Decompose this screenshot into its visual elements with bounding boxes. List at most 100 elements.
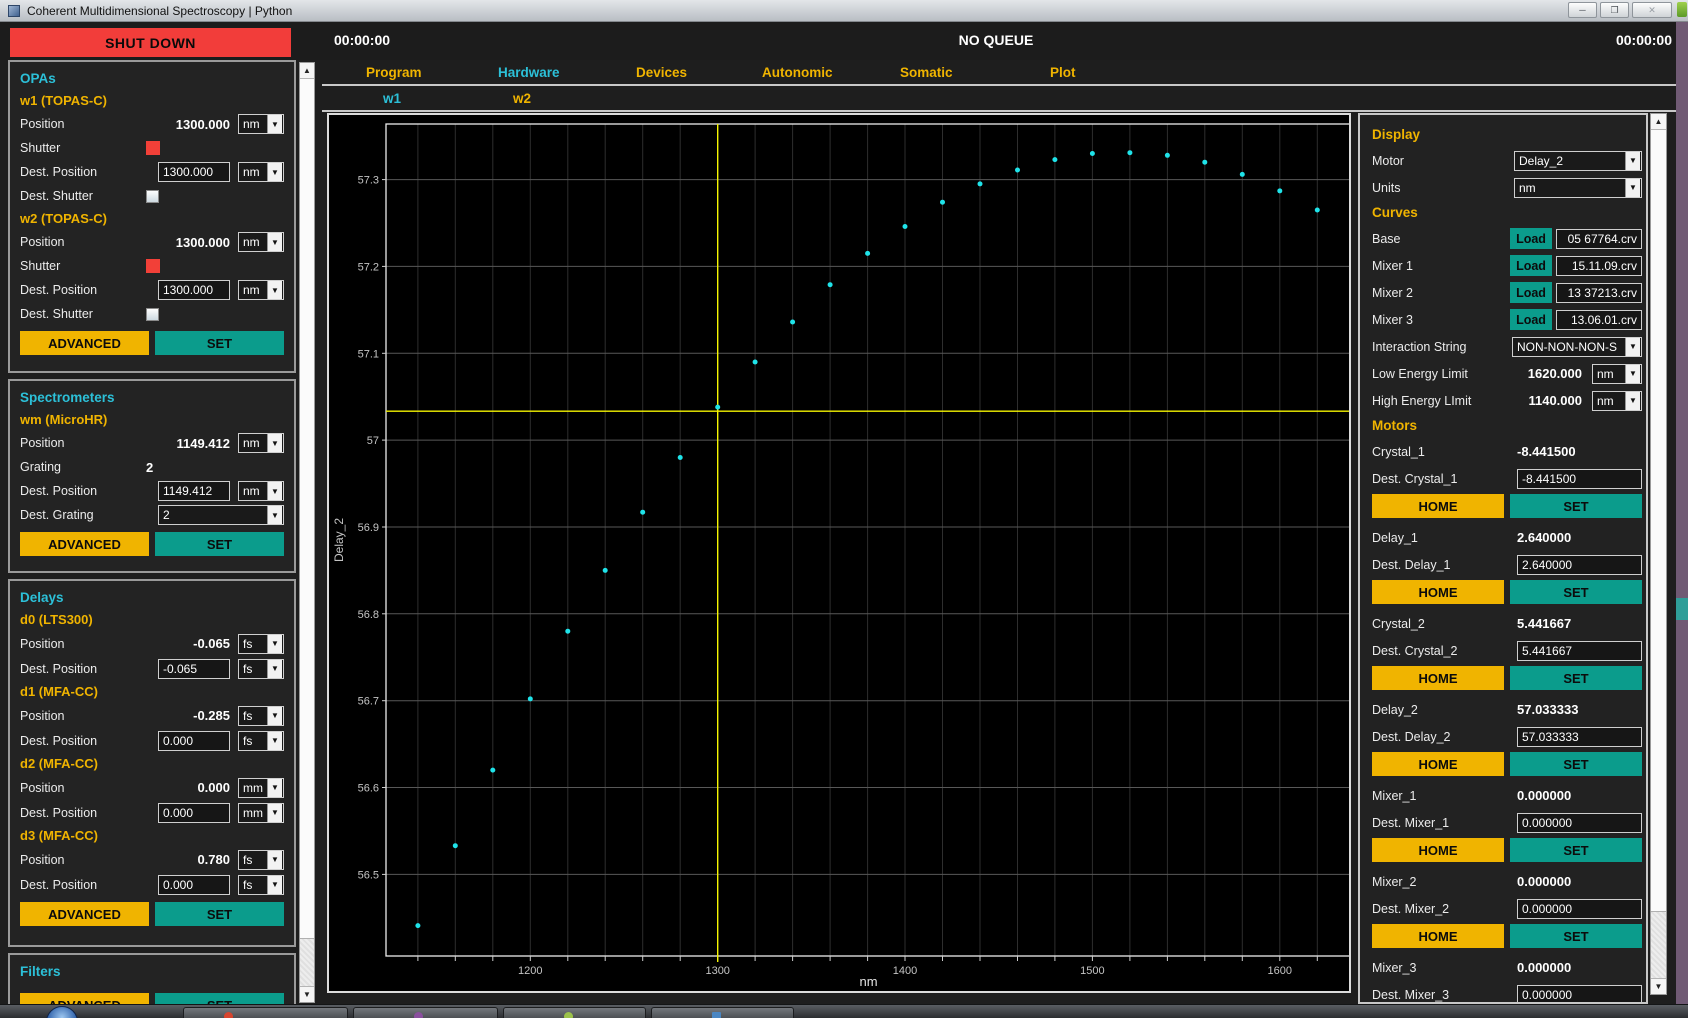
spectrometers-set-button[interactable]: SET: [155, 532, 284, 556]
taskbar-button[interactable]: [183, 1007, 348, 1018]
mixer1-set-button[interactable]: SET: [1510, 838, 1642, 862]
plot-canvas[interactable]: 1200130014001500160056.556.656.756.856.9…: [329, 115, 1349, 991]
dropdown-arrow-icon[interactable]: ▼: [267, 506, 282, 524]
tab-devices[interactable]: Devices: [636, 65, 687, 80]
delay2-set-button[interactable]: SET: [1510, 752, 1642, 776]
scrollbar-thumb[interactable]: [300, 79, 314, 939]
dropdown-arrow-icon[interactable]: ▼: [1625, 392, 1640, 410]
w2-dest-position-input[interactable]: 1300.000: [158, 280, 230, 300]
crystal2-set-button[interactable]: SET: [1510, 666, 1642, 690]
filters-set-button[interactable]: SET: [155, 993, 284, 1004]
d3-dest-position-input[interactable]: 0.000: [158, 875, 230, 895]
mixer2-dest-input[interactable]: 0.000000: [1517, 899, 1642, 919]
delay2-dest-input[interactable]: 57.033333: [1517, 727, 1642, 747]
crystal1-dest-input[interactable]: -8.441500: [1517, 469, 1642, 489]
d0-unit-dropdown[interactable]: fs▼: [238, 634, 284, 654]
mixer1-curve-file[interactable]: 15.11.09.crv: [1556, 256, 1642, 276]
mixer2-curve-file[interactable]: 13 37213.crv: [1556, 283, 1642, 303]
dropdown-arrow-icon[interactable]: ▼: [267, 163, 282, 181]
taskbar-button[interactable]: [651, 1007, 794, 1018]
load-base-button[interactable]: Load: [1510, 228, 1552, 249]
crystal2-home-button[interactable]: HOME: [1372, 666, 1504, 690]
crystal1-home-button[interactable]: HOME: [1372, 494, 1504, 518]
d2-dest-unit-dropdown[interactable]: mm▼: [238, 803, 284, 823]
dropdown-arrow-icon[interactable]: ▼: [267, 115, 282, 133]
dropdown-arrow-icon[interactable]: ▼: [267, 804, 282, 822]
w1-dest-shutter-checkbox[interactable]: [146, 190, 159, 203]
mixer1-dest-input[interactable]: 0.000000: [1517, 813, 1642, 833]
mixer2-set-button[interactable]: SET: [1510, 924, 1642, 948]
dropdown-arrow-icon[interactable]: ▼: [1625, 152, 1640, 170]
w1-shutter-indicator[interactable]: [146, 141, 160, 155]
taskbar-button[interactable]: [503, 1007, 646, 1018]
shutdown-button[interactable]: SHUT DOWN: [10, 28, 291, 57]
opas-advanced-button[interactable]: ADVANCED: [20, 331, 149, 355]
dropdown-arrow-icon[interactable]: ▼: [267, 233, 282, 251]
mixer3-dest-input[interactable]: 0.000000: [1517, 985, 1642, 1005]
filters-advanced-button[interactable]: ADVANCED: [20, 993, 149, 1004]
opas-set-button[interactable]: SET: [155, 331, 284, 355]
delays-advanced-button[interactable]: ADVANCED: [20, 902, 149, 926]
w1-dest-unit-dropdown[interactable]: nm▼: [238, 162, 284, 182]
w1-dest-position-input[interactable]: 1300.000: [158, 162, 230, 182]
wm-dest-unit-dropdown[interactable]: nm▼: [238, 481, 284, 501]
scrollbar-thumb[interactable]: [1651, 130, 1666, 912]
wm-dest-grating-dropdown[interactable]: 2▼: [158, 505, 284, 525]
subtab-w1[interactable]: w1: [383, 91, 401, 106]
motor-dropdown[interactable]: Delay_2▼: [1514, 151, 1642, 171]
right-panel-scrollbar[interactable]: ▲ ▼: [1650, 113, 1667, 995]
taskbar-button[interactable]: [353, 1007, 498, 1018]
d3-unit-dropdown[interactable]: fs▼: [238, 850, 284, 870]
left-panel-scrollbar[interactable]: ▲ ▼: [299, 62, 315, 1003]
scrollbar-track[interactable]: [300, 939, 314, 986]
spectrometers-advanced-button[interactable]: ADVANCED: [20, 532, 149, 556]
d0-dest-position-input[interactable]: -0.065: [158, 659, 230, 679]
tab-hardware[interactable]: Hardware: [498, 65, 560, 80]
start-button[interactable]: [46, 1006, 78, 1018]
wm-dest-position-input[interactable]: 1149.412: [158, 481, 230, 501]
mixer1-home-button[interactable]: HOME: [1372, 838, 1504, 862]
dropdown-arrow-icon[interactable]: ▼: [267, 707, 282, 725]
delay1-dest-input[interactable]: 2.640000: [1517, 555, 1642, 575]
high-energy-unit-dropdown[interactable]: nm▼: [1592, 391, 1642, 411]
d2-dest-position-input[interactable]: 0.000: [158, 803, 230, 823]
units-dropdown[interactable]: nm▼: [1514, 178, 1642, 198]
dropdown-arrow-icon[interactable]: ▼: [267, 281, 282, 299]
w1-position-unit-dropdown[interactable]: nm▼: [238, 114, 284, 134]
scroll-up-icon[interactable]: ▲: [300, 63, 314, 79]
dropdown-arrow-icon[interactable]: ▼: [267, 434, 282, 452]
w2-position-unit-dropdown[interactable]: nm▼: [238, 232, 284, 252]
close-button[interactable]: ✕: [1632, 2, 1672, 18]
scroll-up-icon[interactable]: ▲: [1651, 114, 1666, 130]
w2-shutter-indicator[interactable]: [146, 259, 160, 273]
base-curve-file[interactable]: 05 67764.crv: [1556, 229, 1642, 249]
dropdown-arrow-icon[interactable]: ▼: [267, 876, 282, 894]
crystal2-dest-input[interactable]: 5.441667: [1517, 641, 1642, 661]
d1-unit-dropdown[interactable]: fs▼: [238, 706, 284, 726]
d1-dest-position-input[interactable]: 0.000: [158, 731, 230, 751]
taskbar[interactable]: [0, 1004, 1688, 1018]
dropdown-arrow-icon[interactable]: ▼: [267, 660, 282, 678]
dropdown-arrow-icon[interactable]: ▼: [267, 779, 282, 797]
minimize-button[interactable]: ─: [1568, 2, 1597, 18]
dropdown-arrow-icon[interactable]: ▼: [1625, 338, 1640, 356]
mixer3-curve-file[interactable]: 13.06.01.crv: [1556, 310, 1642, 330]
crystal1-set-button[interactable]: SET: [1510, 494, 1642, 518]
dropdown-arrow-icon[interactable]: ▼: [267, 635, 282, 653]
load-mixer1-button[interactable]: Load: [1510, 255, 1552, 276]
w2-dest-unit-dropdown[interactable]: nm▼: [238, 280, 284, 300]
scrollbar-track[interactable]: [1651, 912, 1666, 978]
d3-dest-unit-dropdown[interactable]: fs▼: [238, 875, 284, 895]
low-energy-unit-dropdown[interactable]: nm▼: [1592, 364, 1642, 384]
interaction-string-dropdown[interactable]: NON-NON-NON-S▼: [1512, 337, 1642, 357]
delays-set-button[interactable]: SET: [155, 902, 284, 926]
tab-plot[interactable]: Plot: [1050, 65, 1076, 80]
load-mixer2-button[interactable]: Load: [1510, 282, 1552, 303]
restore-button[interactable]: ❐: [1600, 2, 1629, 18]
scroll-down-icon[interactable]: ▼: [1651, 978, 1666, 994]
tab-autonomic[interactable]: Autonomic: [762, 65, 833, 80]
delay1-home-button[interactable]: HOME: [1372, 580, 1504, 604]
mixer2-home-button[interactable]: HOME: [1372, 924, 1504, 948]
d2-unit-dropdown[interactable]: mm▼: [238, 778, 284, 798]
d1-dest-unit-dropdown[interactable]: fs▼: [238, 731, 284, 751]
